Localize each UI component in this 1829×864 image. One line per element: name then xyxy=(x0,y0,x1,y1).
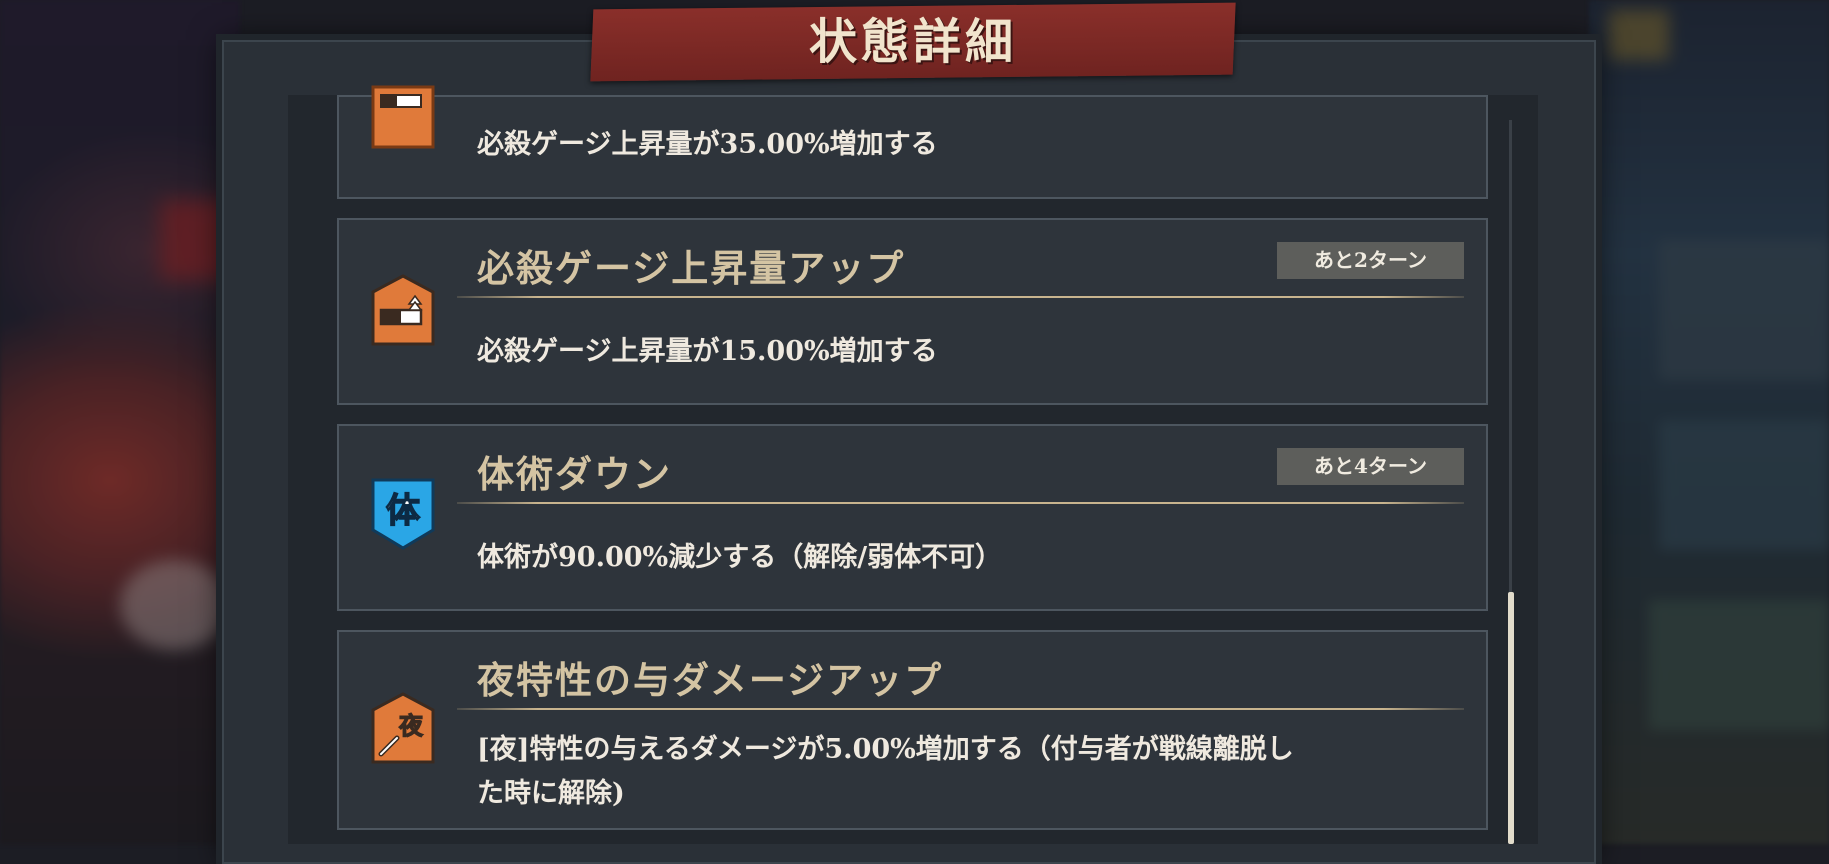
background-right xyxy=(1589,0,1829,844)
effect-card: 夜 夜特性の与ダメージアップ [夜]特性の与えるダメージが5.00%増加する（付… xyxy=(337,630,1488,830)
effect-description-line2: た時に解除) xyxy=(477,778,625,809)
night-damage-up-icon: 夜 xyxy=(371,692,435,764)
divider xyxy=(457,502,1464,504)
turns-remaining-badge: あと2ターン xyxy=(1277,242,1464,279)
background-left xyxy=(0,0,240,844)
gauge-up-icon xyxy=(371,274,435,346)
effect-description: 必殺ゲージ上昇量が35.00%増加する xyxy=(477,129,938,160)
effect-description-line1: [夜]特性の与えるダメージが5.00%増加する（付与者が戦線離脱し xyxy=(477,734,1294,765)
effect-name: 必殺ゲージ上昇量アップ xyxy=(477,246,906,290)
gauge-up-icon xyxy=(371,85,435,149)
icon-glyph: 夜 xyxy=(398,712,424,740)
effect-description: 体術が90.00%減少する（解除/弱体不可） xyxy=(477,542,1003,573)
divider xyxy=(457,296,1464,298)
effect-name: 夜特性の与ダメージアップ xyxy=(477,658,944,702)
effect-card: 必殺ゲージ上昇量アップ あと2ターン 必殺ゲージ上昇量が15.00%増加する xyxy=(337,218,1488,405)
scrollbar-thumb[interactable] xyxy=(1508,592,1514,844)
taijutsu-down-icon: 体 xyxy=(371,478,435,550)
effect-name: 体術ダウン xyxy=(477,452,672,496)
dialog-title: 状態詳細 xyxy=(808,14,1017,70)
divider xyxy=(457,708,1464,710)
turns-remaining-badge: あと4ターン xyxy=(1277,448,1464,485)
effect-description: 必殺ゲージ上昇量が15.00%増加する xyxy=(477,336,938,367)
effect-card: 必殺ゲージ上昇量が35.00%増加する xyxy=(337,85,1488,199)
effect-card: 体 体術ダウン あと4ターン 体術が90.00%減少する（解除/弱体不可） xyxy=(337,424,1488,611)
icon-glyph: 体 xyxy=(386,491,420,531)
